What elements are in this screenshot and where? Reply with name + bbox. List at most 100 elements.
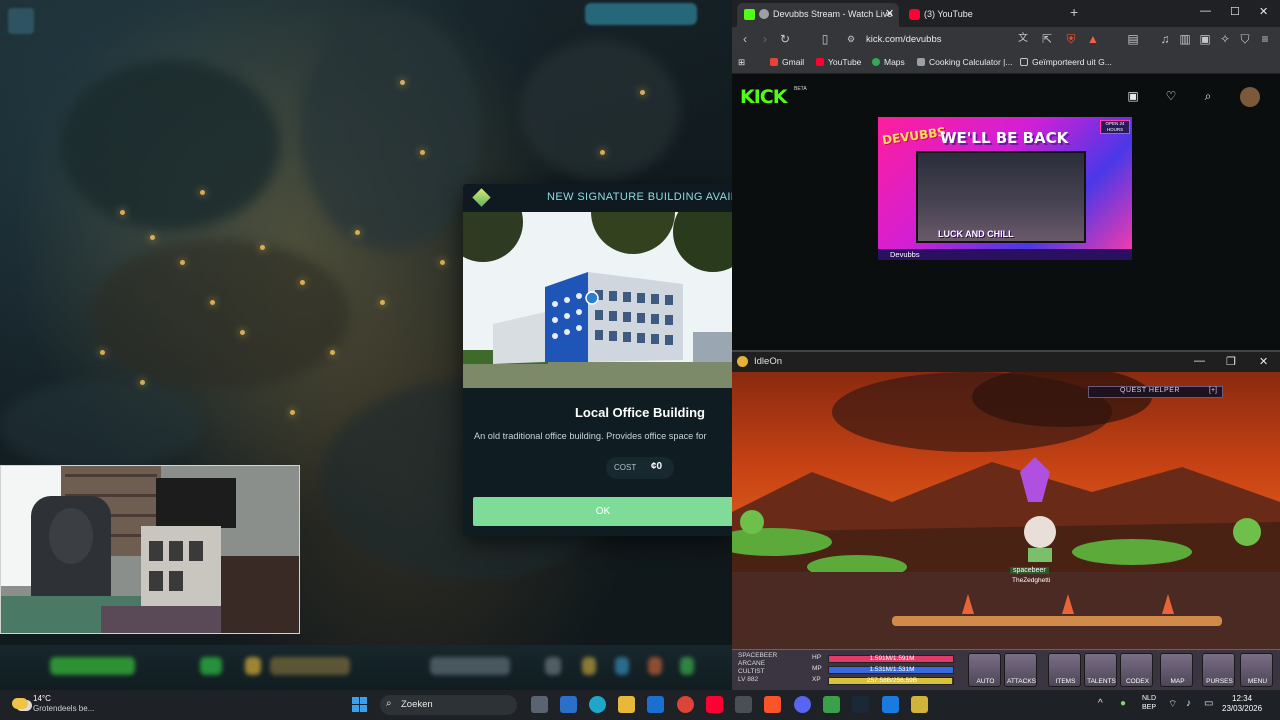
app-icon[interactable]: [882, 696, 899, 713]
wallet-icon[interactable]: ▣: [1198, 32, 1212, 46]
browse-icon[interactable]: ▣: [1126, 89, 1140, 103]
quest-helper-toggle[interactable]: [+]: [1209, 387, 1217, 394]
game-hud-icon[interactable]: [582, 657, 596, 675]
reader-icon[interactable]: ▤: [1126, 32, 1140, 46]
chrome-icon[interactable]: [677, 696, 694, 713]
search-icon[interactable]: ⌕: [1201, 89, 1215, 103]
attacks-button[interactable]: ATTACKS: [1004, 653, 1037, 687]
restore-icon[interactable]: ❐: [1226, 355, 1236, 368]
bookmark-icon[interactable]: ▯: [818, 32, 832, 46]
rewards-icon[interactable]: ▲: [1086, 32, 1100, 46]
back-icon[interactable]: ‹: [738, 32, 752, 46]
steam-icon[interactable]: [852, 696, 869, 713]
game-hud-icons[interactable]: [430, 657, 510, 675]
idleon-game-scene[interactable]: QUEST HELPER [+] spacebeer TheZedghetti: [732, 372, 1280, 649]
purses-button[interactable]: PURSES: [1202, 653, 1235, 687]
avatar[interactable]: [1240, 87, 1260, 107]
items-button[interactable]: ITEMS: [1048, 653, 1081, 687]
extensions-icon[interactable]: ✧: [1218, 32, 1232, 46]
battery-icon[interactable]: ▭: [1204, 698, 1213, 709]
bookmark-gmail[interactable]: Gmail: [770, 57, 804, 67]
input-language[interactable]: NLD: [1142, 695, 1156, 702]
tray-overflow-icon[interactable]: ^: [1098, 698, 1103, 709]
codex-button[interactable]: CODEX: [1120, 653, 1153, 687]
calculator-app-icon[interactable]: [735, 696, 752, 713]
cost-label: COST: [614, 463, 637, 472]
volume-icon[interactable]: ♪: [1186, 698, 1191, 709]
bookmark-youtube[interactable]: YouTube: [816, 57, 861, 67]
vpn-icon[interactable]: ⛉: [1238, 32, 1252, 46]
outlook-icon[interactable]: [647, 696, 664, 713]
apps-icon[interactable]: ⊞: [738, 57, 745, 68]
taskbar-search[interactable]: ⌕ Zoeken: [380, 695, 517, 715]
building-description: An old traditional office building. Prov…: [474, 431, 707, 441]
share-icon[interactable]: ⇱: [1040, 32, 1054, 46]
task-view-icon[interactable]: [531, 696, 548, 713]
tab-youtube[interactable]: (3) YouTube: [902, 3, 1062, 27]
menu-icon[interactable]: ≡: [1258, 32, 1272, 46]
game-menu-button[interactable]: [8, 8, 34, 34]
bookmark-maps[interactable]: Maps: [872, 57, 905, 67]
folder-icon: [1020, 58, 1028, 66]
map-button[interactable]: MAP: [1160, 653, 1193, 687]
brave-shield-icon[interactable]: ⛨: [1064, 32, 1078, 46]
menu-button[interactable]: MENU: [1240, 653, 1273, 687]
talents-button[interactable]: TALENTS: [1084, 653, 1117, 687]
reload-icon[interactable]: ↻: [778, 32, 792, 46]
clock-time[interactable]: 12:34: [1232, 694, 1252, 703]
edge-icon[interactable]: [589, 696, 606, 713]
auto-button[interactable]: AUTO: [968, 653, 1001, 687]
discord-icon[interactable]: [794, 696, 811, 713]
player-name: spacebeer: [1010, 567, 1049, 574]
youtube-app-icon[interactable]: [706, 696, 723, 713]
sidebar-icon[interactable]: ▥: [1178, 32, 1192, 46]
game-hud-icon[interactable]: [245, 657, 261, 675]
offline-stream-banner[interactable]: DEVUBBS WE'LL BE BACK OPEN 24 HOURS LUCK…: [878, 117, 1132, 260]
close-tab-icon[interactable]: ✕: [885, 7, 894, 20]
address-bar[interactable]: kick.com/devubbs: [866, 34, 942, 45]
bookmark-cooking-calculator[interactable]: Cooking Calculator |...: [917, 57, 1012, 67]
game-hud-bar[interactable]: [50, 657, 135, 675]
game-hud-icon[interactable]: [200, 657, 222, 675]
bookmark-folder-imported[interactable]: Geïmporteerd uit G...: [1020, 57, 1112, 67]
game-top-button[interactable]: [585, 3, 697, 25]
network-icon[interactable]: ⌔: [1168, 698, 1177, 711]
weather-description[interactable]: Grotendeels be...: [33, 704, 94, 713]
minimize-icon[interactable]: —: [1194, 355, 1205, 367]
maximize-icon[interactable]: ☐: [1230, 5, 1240, 18]
translate-icon[interactable]: 文: [1016, 32, 1030, 46]
game-hud-icon[interactable]: [648, 657, 662, 675]
game-hud-icon[interactable]: [545, 657, 561, 675]
game-hud-icon[interactable]: [615, 657, 629, 675]
media-icon[interactable]: ♫: [1158, 32, 1172, 46]
new-tab-icon[interactable]: +: [1070, 4, 1078, 20]
ok-button[interactable]: OK: [473, 497, 733, 526]
store-icon[interactable]: [560, 696, 577, 713]
tab-kick[interactable]: Devubbs Stream - Watch Live ✕: [737, 3, 899, 27]
clock-date[interactable]: 23/03/2026: [1222, 704, 1262, 713]
brave-icon[interactable]: [764, 696, 781, 713]
input-layout[interactable]: BEP: [1142, 704, 1156, 711]
weather-icon[interactable]: [12, 698, 28, 709]
windows-start-icon[interactable]: [352, 697, 367, 712]
forward-icon[interactable]: ›: [758, 32, 772, 46]
close-icon[interactable]: ✕: [1259, 5, 1268, 18]
game-hud-label: [270, 657, 350, 675]
calculator-icon: [917, 58, 925, 66]
following-heart-icon[interactable]: ♡: [1164, 89, 1178, 103]
microphone-icon[interactable]: ●: [1120, 698, 1126, 709]
game-app-icon[interactable]: [823, 696, 840, 713]
site-info-icon[interactable]: ⚙: [844, 32, 858, 46]
game-hud-icon[interactable]: [680, 657, 694, 675]
weather-temperature[interactable]: 14°C: [33, 694, 51, 703]
background-building: [60, 60, 280, 230]
minimize-icon[interactable]: —: [1200, 5, 1211, 17]
quest-helper-panel[interactable]: QUEST HELPER [+]: [1088, 386, 1223, 398]
close-icon[interactable]: ✕: [1259, 355, 1268, 368]
file-explorer-icon[interactable]: [618, 696, 635, 713]
character-info: SPACEBEER ARCANE CULTIST LV 882: [738, 652, 778, 683]
idleon-taskbar-icon[interactable]: [911, 696, 928, 713]
idleon-window: IdleOn — ❐ ✕ QUEST HELPER [+] spacebeer …: [732, 350, 1280, 690]
kick-logo[interactable]: KICK: [740, 86, 787, 108]
city-light: [400, 80, 405, 85]
